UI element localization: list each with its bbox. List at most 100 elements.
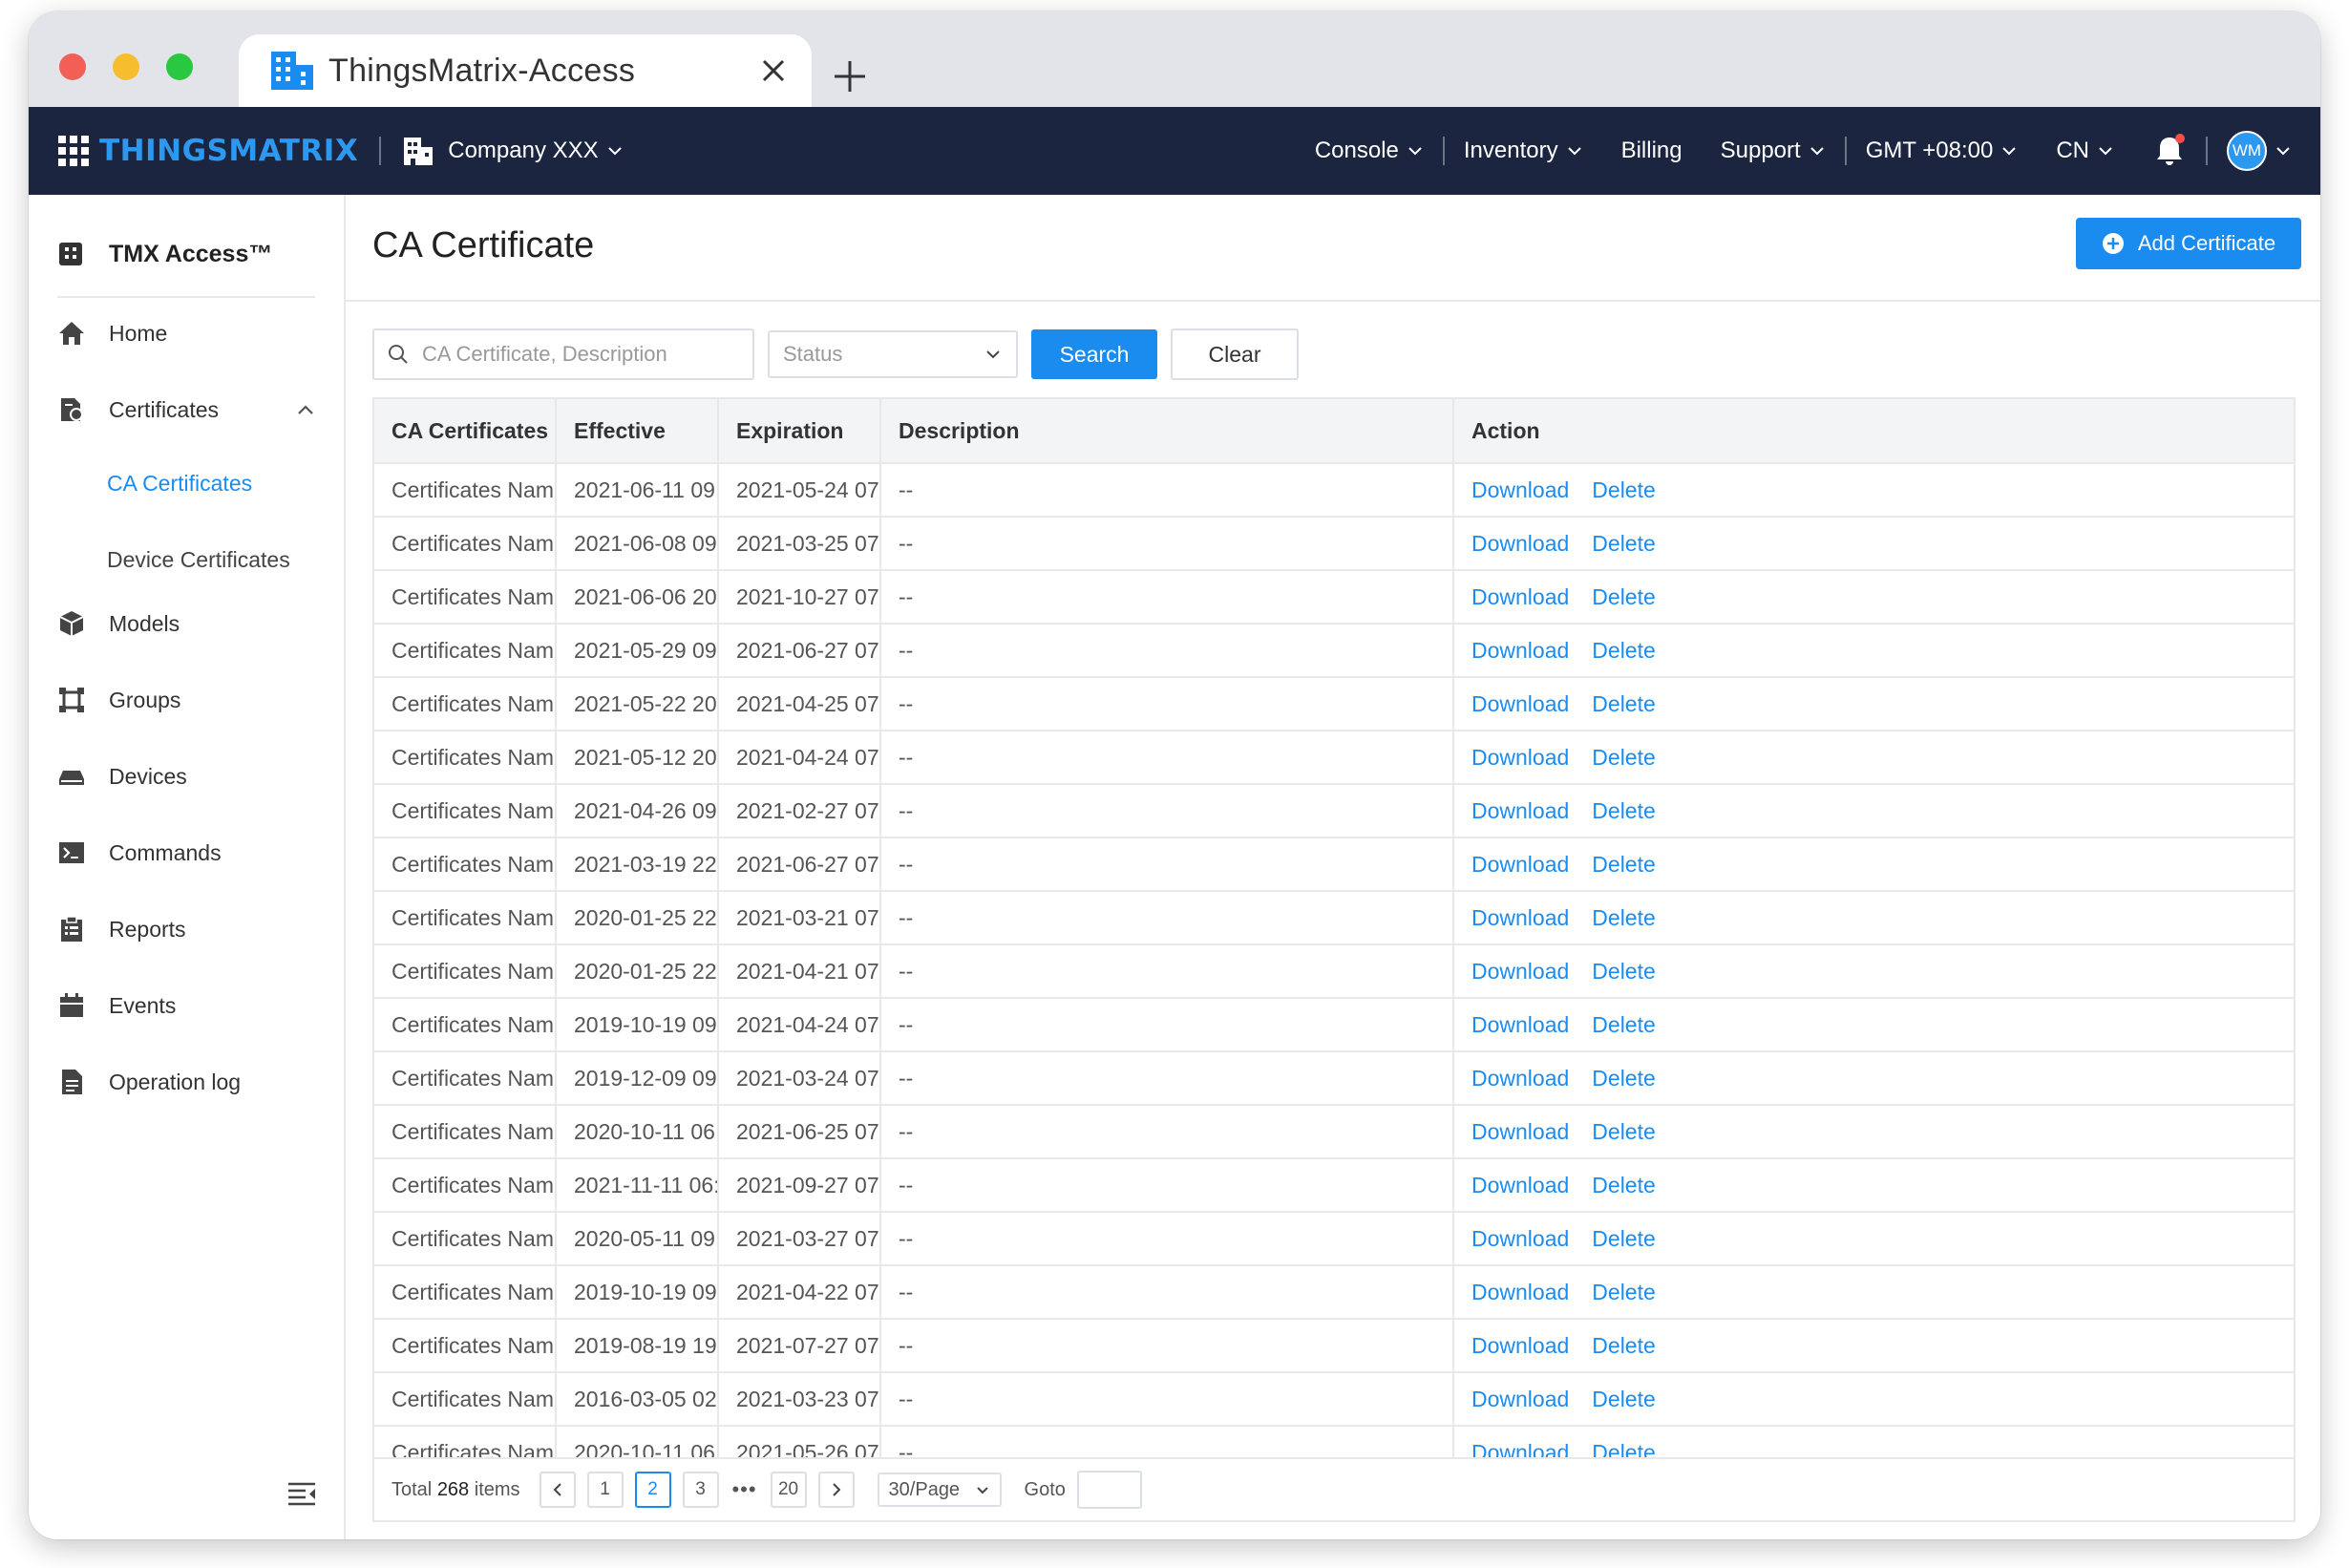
sidebar-item-commands[interactable]: Commands — [57, 829, 334, 877]
download-link[interactable]: Download — [1471, 1012, 1569, 1037]
page-button[interactable]: 1 — [586, 1472, 624, 1508]
delete-link[interactable]: Delete — [1592, 1226, 1655, 1251]
company-selector[interactable]: Company XXX — [402, 135, 623, 167]
download-link[interactable]: Download — [1471, 584, 1569, 609]
sidebar-app-name: TMX Access™ — [109, 240, 273, 267]
delete-link[interactable]: Delete — [1592, 1066, 1655, 1091]
page-ellipsis[interactable]: ••• — [730, 1477, 759, 1502]
brand-logo[interactable]: THINGSMATRIX — [99, 134, 358, 168]
app-grid-icon[interactable] — [57, 135, 90, 167]
chevron-down-icon — [2276, 147, 2290, 156]
delete-link[interactable]: Delete — [1592, 1012, 1655, 1037]
delete-link[interactable]: Delete — [1592, 1333, 1655, 1358]
delete-link[interactable]: Delete — [1592, 638, 1655, 663]
delete-link[interactable]: Delete — [1592, 1387, 1655, 1411]
download-link[interactable]: Download — [1471, 959, 1569, 984]
column-header[interactable]: Description — [880, 399, 1454, 464]
prev-page-button[interactable] — [539, 1472, 576, 1508]
download-link[interactable]: Download — [1471, 531, 1569, 556]
nav-inventory[interactable]: Inventory — [1464, 138, 1583, 164]
column-header[interactable]: Expiration — [718, 399, 881, 464]
search-field[interactable] — [372, 328, 754, 380]
sidebar-app-header: TMX Access™ — [57, 227, 315, 298]
sidebar-item-devices[interactable]: Devices — [57, 752, 334, 800]
delete-link[interactable]: Delete — [1592, 959, 1655, 984]
download-link[interactable]: Download — [1471, 477, 1569, 502]
download-link[interactable]: Download — [1471, 905, 1569, 930]
goto-input[interactable] — [1076, 1471, 1142, 1509]
sidebar-subitem-ca-certificates[interactable]: CA Certificates — [107, 464, 252, 502]
action-cell: Download Delete — [1453, 1319, 2294, 1373]
maximize-window-button[interactable] — [166, 53, 193, 80]
page-button-active[interactable]: 2 — [634, 1472, 671, 1508]
delete-link[interactable]: Delete — [1592, 798, 1655, 823]
sidebar-item-models[interactable]: Models — [57, 600, 334, 647]
download-link[interactable]: Download — [1471, 1226, 1569, 1251]
delete-link[interactable]: Delete — [1592, 691, 1655, 716]
table-row: Certificates Name2021-03-19 22:41:022021… — [374, 837, 2294, 892]
next-page-button[interactable] — [817, 1472, 855, 1508]
sidebar-item-label: Certificates — [109, 396, 220, 422]
download-link[interactable]: Download — [1471, 852, 1569, 877]
minimize-window-button[interactable] — [113, 53, 139, 80]
download-link[interactable]: Download — [1471, 1119, 1569, 1144]
effective-date-cell: 2020-01-25 22:41:02 — [556, 944, 719, 999]
download-link[interactable]: Download — [1471, 638, 1569, 663]
delete-link[interactable]: Delete — [1592, 905, 1655, 930]
close-window-button[interactable] — [59, 53, 86, 80]
nav-console[interactable]: Console — [1315, 138, 1424, 164]
page-button[interactable]: 3 — [682, 1472, 719, 1508]
certificate-name-cell: Certificates Name — [374, 944, 557, 999]
sidebar-item-events[interactable]: Events — [57, 982, 334, 1029]
browser-tab[interactable]: ThingsMatrix-Access — [239, 34, 812, 107]
delete-link[interactable]: Delete — [1592, 1119, 1655, 1144]
collapse-sidebar-icon[interactable] — [286, 1478, 317, 1509]
certificate-name-cell: Certificates Name — [374, 891, 557, 945]
close-tab-icon[interactable] — [758, 55, 789, 86]
sidebar-item-certificates[interactable]: Certificates — [57, 386, 334, 434]
download-link[interactable]: Download — [1471, 1173, 1569, 1197]
delete-link[interactable]: Delete — [1592, 477, 1655, 502]
language-selector[interactable]: CN — [2056, 138, 2114, 164]
delete-link[interactable]: Delete — [1592, 531, 1655, 556]
effective-date-cell: 2021-04-26 09:06:12 — [556, 784, 719, 838]
page-button[interactable]: 20 — [770, 1472, 807, 1508]
table-row: Certificates Name2021-05-22 20:57:012021… — [374, 677, 2294, 731]
add-certificate-button[interactable]: Add Certificate — [2076, 218, 2301, 269]
download-link[interactable]: Download — [1471, 1066, 1569, 1091]
delete-link[interactable]: Delete — [1592, 745, 1655, 770]
delete-link[interactable]: Delete — [1592, 1173, 1655, 1197]
download-link[interactable]: Download — [1471, 1280, 1569, 1304]
delete-link[interactable]: Delete — [1592, 852, 1655, 877]
page-size-select[interactable]: 30/Page — [877, 1473, 1002, 1507]
search-input[interactable] — [420, 341, 749, 368]
new-tab-icon[interactable] — [833, 59, 867, 94]
sidebar-item-operation-log[interactable]: Operation log — [57, 1058, 334, 1106]
download-link[interactable]: Download — [1471, 1387, 1569, 1411]
download-link[interactable]: Download — [1471, 745, 1569, 770]
effective-date-cell: 2020-10-11 06:41:45 — [556, 1105, 719, 1159]
column-header[interactable]: CA Certificates — [374, 399, 557, 464]
certificate-name-cell: Certificates Name — [374, 1212, 557, 1266]
delete-link[interactable]: Delete — [1592, 584, 1655, 609]
column-header[interactable]: Effective — [556, 399, 719, 464]
sidebar-subitem-device-certificates[interactable]: Device Certificates — [107, 540, 290, 579]
download-link[interactable]: Download — [1471, 691, 1569, 716]
sidebar-item-groups[interactable]: Groups — [57, 676, 334, 724]
nav-support[interactable]: Support — [1721, 138, 1826, 164]
nav-billing[interactable]: Billing — [1621, 138, 1682, 164]
timezone-selector[interactable]: GMT +08:00 — [1866, 138, 2019, 164]
sidebar-item-home[interactable]: Home — [57, 309, 334, 357]
clear-button[interactable]: Clear — [1171, 328, 1299, 380]
description-cell: -- — [880, 998, 1454, 1052]
sidebar-item-reports[interactable]: Reports — [57, 905, 334, 953]
download-link[interactable]: Download — [1471, 1333, 1569, 1358]
status-select[interactable]: Status — [768, 330, 1018, 378]
notification-bell-icon[interactable] — [2152, 134, 2187, 168]
description-cell: -- — [880, 944, 1454, 999]
action-cell: Download Delete — [1453, 1372, 2294, 1427]
user-menu[interactable]: WM — [2227, 131, 2292, 171]
delete-link[interactable]: Delete — [1592, 1280, 1655, 1304]
download-link[interactable]: Download — [1471, 798, 1569, 823]
search-button[interactable]: Search — [1031, 329, 1157, 379]
